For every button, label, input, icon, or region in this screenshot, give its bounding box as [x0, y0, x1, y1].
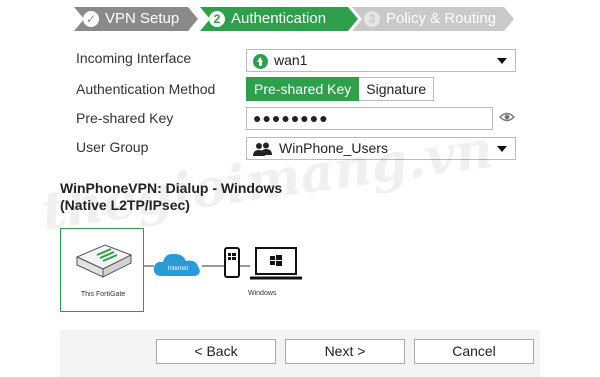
- users-icon: [253, 142, 272, 157]
- check-icon: ✓: [83, 11, 99, 27]
- next-button[interactable]: Next >: [285, 339, 405, 364]
- signature-option[interactable]: Signature: [359, 77, 435, 101]
- preshared-key-option[interactable]: Pre-shared Key: [246, 77, 360, 101]
- user-group-value: WinPhone_Users: [279, 140, 388, 156]
- laptop-icon: [250, 247, 302, 280]
- cloud-label: Internet: [168, 266, 189, 272]
- cancel-button[interactable]: Cancel: [414, 339, 534, 364]
- summary-title-line1: WinPhoneVPN: Dialup - Windows: [60, 180, 283, 196]
- preshared-key-input[interactable]: ●●●●●●●●: [246, 107, 493, 130]
- fortigate-device-icon: [75, 244, 133, 278]
- windows-label: Windows: [248, 290, 277, 297]
- step-policy-routing: 3 Policy & Routing: [352, 7, 514, 31]
- phone-icon: [224, 247, 240, 278]
- cloud-icon: Internet: [153, 253, 200, 276]
- step-number: 3: [364, 11, 380, 27]
- incoming-interface-value: wan1: [274, 52, 308, 68]
- back-button[interactable]: < Back: [156, 339, 276, 364]
- upload-arrow-icon: [253, 53, 268, 69]
- chevron-down-icon: [497, 58, 507, 64]
- auth-method-toggle: Pre-shared Key Signature: [246, 77, 435, 101]
- incoming-interface-select[interactable]: wan1: [246, 49, 516, 72]
- summary-title-line2: (Native L2TP/IPsec): [60, 197, 190, 213]
- user-group-select[interactable]: WinPhone_Users: [246, 137, 516, 160]
- step-authentication[interactable]: 2 Authentication: [200, 7, 358, 31]
- preshared-key-label: Pre-shared Key: [76, 110, 174, 126]
- step-label: Policy & Routing: [386, 10, 497, 27]
- step-vpn-setup[interactable]: ✓ VPN Setup: [74, 7, 198, 31]
- step-number: 2: [209, 11, 225, 27]
- step-label: VPN Setup: [105, 10, 180, 27]
- eye-icon[interactable]: [499, 112, 515, 122]
- incoming-interface-label: Incoming Interface: [76, 50, 192, 66]
- step-label: Authentication: [231, 10, 327, 27]
- preshared-key-value: ●●●●●●●●: [253, 110, 329, 126]
- user-group-label: User Group: [76, 139, 149, 155]
- fortigate-box: This FortiGate: [60, 228, 144, 312]
- wizard-steps: ✓ VPN Setup 2 Authentication 3 Policy & Rou…: [74, 7, 514, 31]
- chevron-down-icon: [497, 146, 507, 152]
- auth-method-label: Authentication Method: [76, 81, 216, 97]
- summary-title: WinPhoneVPN: Dialup - Windows (Native L2…: [60, 180, 282, 214]
- fortigate-label: This FortiGate: [80, 291, 126, 298]
- topology-diagram: This FortiGate Internet Windows: [60, 228, 540, 314]
